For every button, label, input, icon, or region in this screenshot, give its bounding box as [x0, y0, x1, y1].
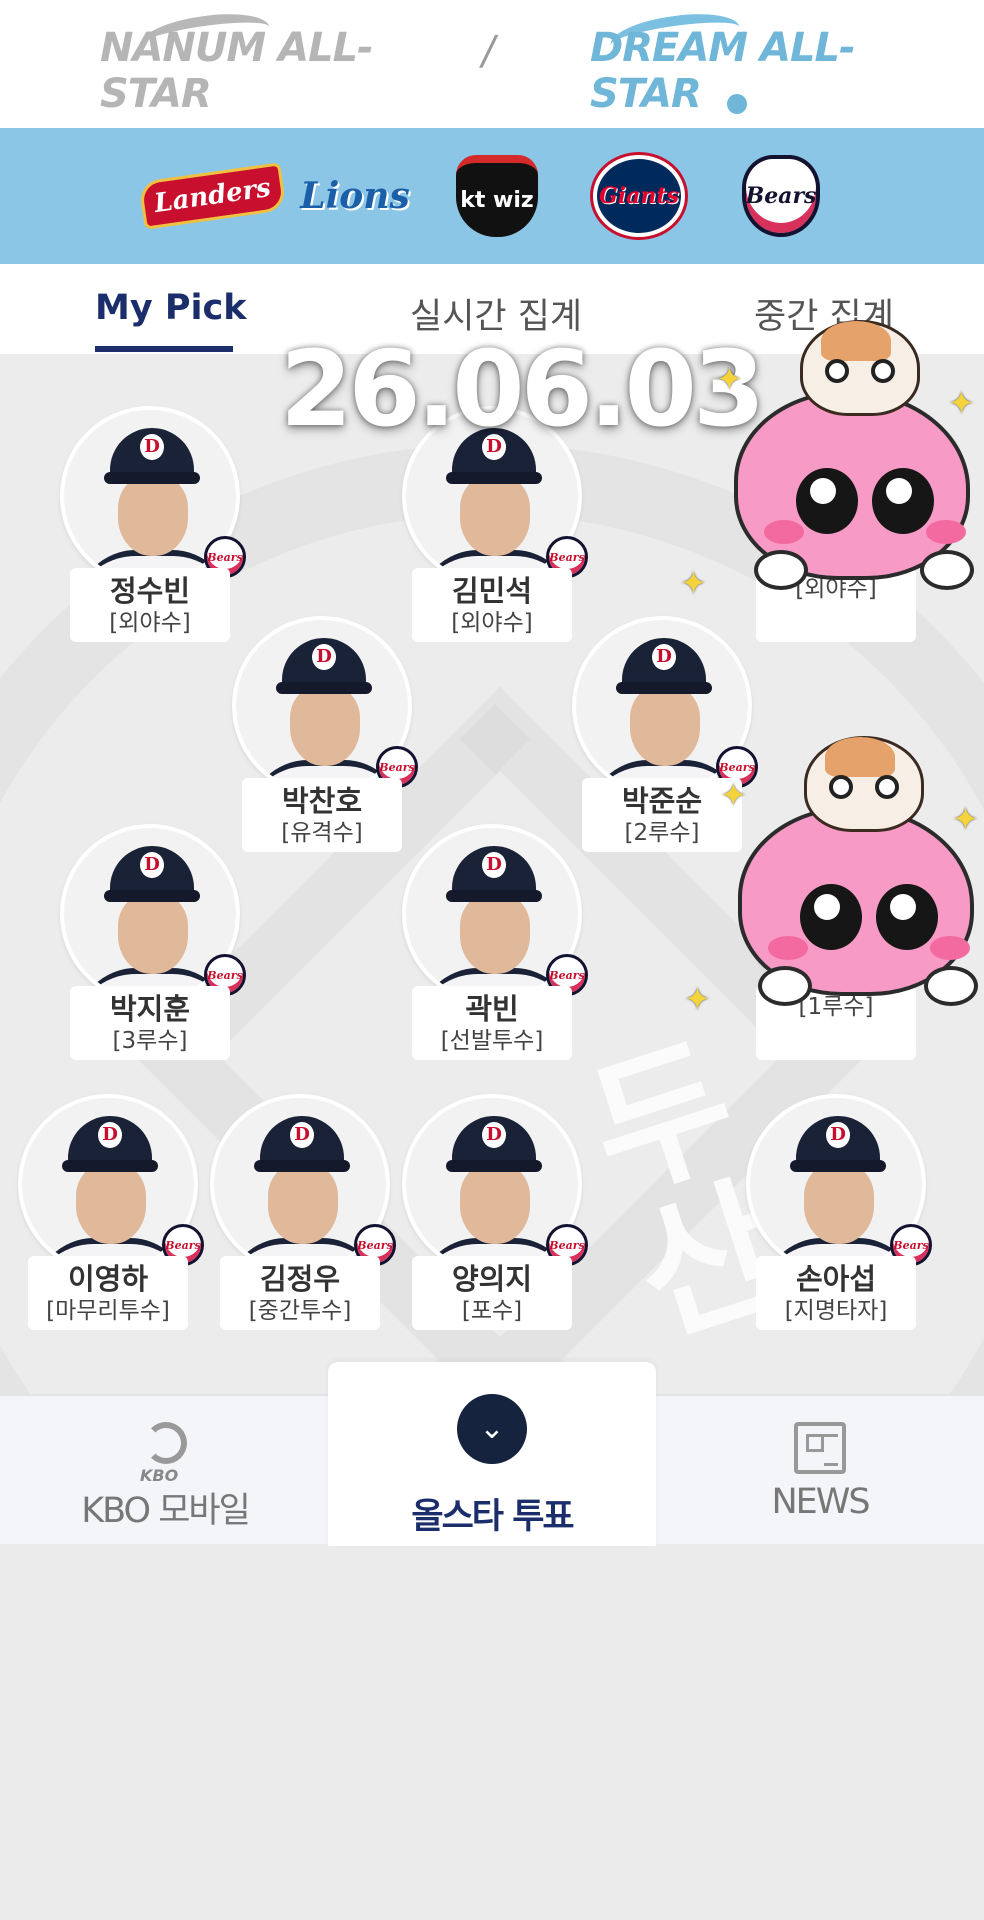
nanum-allstar-tab[interactable]: NANUM ALL-STAR — [100, 7, 400, 120]
allstar-vote-label: 올스타 투표 — [411, 1497, 574, 1537]
player-label: 손아섭 [지명타자] — [756, 1256, 916, 1330]
nanum-allstar-label: NANUM ALL-STAR — [100, 25, 374, 117]
date-overlay: 26.06.03 — [280, 328, 765, 450]
player-position: [마무리투수] — [46, 1298, 170, 1324]
kbo-logo-icon — [145, 1422, 187, 1464]
player-label: 정수빈 [외야수] — [70, 568, 230, 642]
newspaper-icon — [794, 1422, 846, 1474]
player-position: [포수] — [461, 1298, 523, 1324]
league-separator: / — [477, 28, 500, 74]
player-name: 곽빈 — [465, 992, 519, 1026]
team-lions[interactable]: Lions — [299, 151, 411, 241]
pink-blob-hamster-sticker: ✦ ✦ ✦ — [680, 320, 975, 620]
team-landers[interactable]: Landers — [142, 151, 284, 241]
player-card[interactable]: D Bears 정수빈 [외야수] — [60, 406, 246, 646]
player-position: [선발투수] — [440, 1028, 544, 1054]
nav-kbo-mobile[interactable]: KBO KBO 모바일 — [50, 1396, 280, 1546]
player-position: [지명타자] — [784, 1298, 888, 1324]
giants-logo-icon: Giants — [593, 155, 685, 237]
selected-league-indicator — [727, 94, 747, 114]
player-name: 박찬호 — [281, 784, 363, 818]
league-switch-bar: NANUM ALL-STAR / DREAM ALL-STAR — [0, 0, 984, 128]
nav-news[interactable]: NEWS — [720, 1396, 920, 1546]
player-label: 박지훈 [3루수] — [70, 986, 230, 1060]
player-label: 곽빈 [선발투수] — [412, 986, 572, 1060]
player-name: 이영하 — [67, 1262, 149, 1296]
player-position: [중간투수] — [248, 1298, 352, 1324]
landers-logo-icon: Landers — [142, 165, 284, 227]
player-label: 박찬호 [유격수] — [242, 778, 402, 852]
lions-logo-icon: Lions — [300, 175, 410, 217]
team-ktwiz[interactable]: kt wiz — [441, 151, 553, 241]
player-name: 박지훈 — [109, 992, 191, 1026]
team-bears[interactable]: Bears — [725, 151, 837, 241]
player-card[interactable]: D Bears 손아섭 [지명타자] — [746, 1094, 932, 1334]
team-selector-bar: Landers Lions kt wiz Giants Bears — [0, 128, 984, 264]
player-label: 양의지 [포수] — [412, 1256, 572, 1330]
ktwiz-logo-icon: kt wiz — [456, 155, 538, 237]
player-name: 손아섭 — [795, 1262, 877, 1296]
player-label: 이영하 [마무리투수] — [28, 1256, 188, 1330]
pink-blob-hamster-sticker: ✦ ✦ ✦ — [684, 736, 979, 1036]
player-card[interactable]: D Bears 양의지 [포수] — [402, 1094, 588, 1334]
active-tab-underline — [95, 346, 233, 352]
player-position: [외야수] — [109, 610, 191, 636]
player-card[interactable]: D Bears 박찬호 [유격수] — [232, 616, 418, 856]
news-label: NEWS — [771, 1482, 870, 1522]
player-position: [3루수] — [112, 1028, 188, 1054]
player-card[interactable]: D Bears 김정우 [중간투수] — [210, 1094, 396, 1334]
bears-logo-icon: Bears — [742, 155, 820, 237]
player-card[interactable]: D Bears 박지훈 [3루수] — [60, 824, 246, 1064]
player-card[interactable]: D Bears 곽빈 [선발투수] — [402, 824, 588, 1064]
chevron-down-icon: ⌄ — [457, 1394, 527, 1464]
nav-allstar-vote[interactable]: ⌄ 올스타 투표 — [328, 1362, 656, 1546]
allstar-vote-page: NANUM ALL-STAR / DREAM ALL-STAR Landers … — [0, 0, 984, 1920]
team-giants[interactable]: Giants — [583, 151, 695, 241]
player-name: 양의지 — [451, 1262, 533, 1296]
player-position: [유격수] — [281, 820, 363, 846]
player-name: 김민석 — [451, 574, 533, 608]
player-label: 김민석 [외야수] — [412, 568, 572, 642]
kbo-mobile-label: KBO 모바일 — [81, 1491, 251, 1531]
player-position: [외야수] — [451, 610, 533, 636]
player-name: 정수빈 — [109, 574, 191, 608]
player-label: 김정우 [중간투수] — [220, 1256, 380, 1330]
bottom-navigation: KBO KBO 모바일 ⌄ 올스타 투표 NEWS — [0, 1362, 984, 1546]
tab-my-pick[interactable]: My Pick — [95, 288, 247, 338]
player-name: 김정우 — [259, 1262, 341, 1296]
player-card[interactable]: D Bears 이영하 [마무리투수] — [18, 1094, 204, 1334]
